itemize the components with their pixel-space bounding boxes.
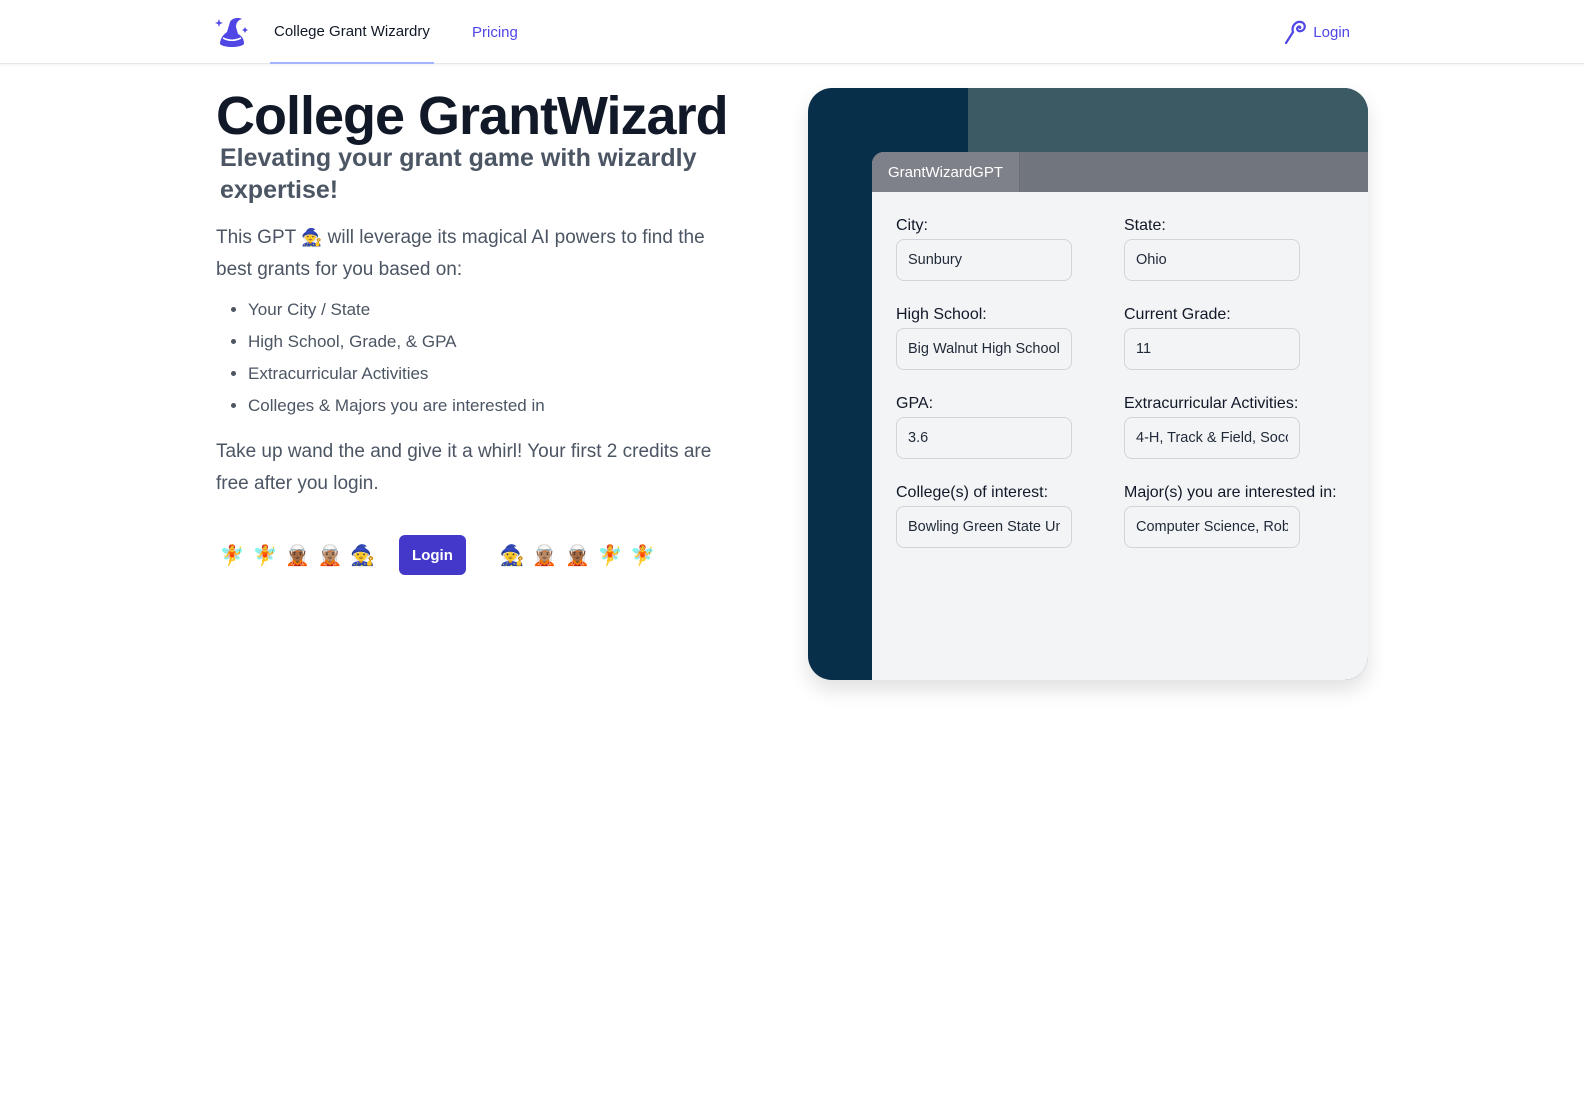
feature-item: Colleges & Majors you are interested in <box>248 390 736 422</box>
top-nav: College Grant Wizardry Pricing Login <box>0 0 1584 64</box>
feature-item: High School, Grade, & GPA <box>248 326 736 358</box>
feature-item: Extracurricular Activities <box>248 358 736 390</box>
hero-section: College GrantWizard Elevating your grant… <box>216 86 736 500</box>
fairy-emoji: 🧚 <box>219 544 245 567</box>
gpa-input[interactable] <box>896 417 1072 459</box>
preview-tabbar: GrantWizardGPT <box>872 152 1368 192</box>
extracurricular-input[interactable] <box>1124 417 1300 459</box>
mage-emoji: 🧙 <box>301 228 323 247</box>
mage-emoji: 🧙 <box>499 544 525 567</box>
gpa-field-group: GPA: <box>896 392 1072 459</box>
majors-field-group: Major(s) you are interested in: <box>1124 481 1337 548</box>
gpa-label: GPA: <box>896 395 934 412</box>
fairy-emoji: 🧚 <box>597 544 623 567</box>
nav-login-link[interactable]: Login <box>1283 0 1350 64</box>
high-school-label: High School: <box>896 306 987 323</box>
wizard-hat-icon[interactable] <box>214 14 248 50</box>
state-field-group: State: <box>1124 214 1300 281</box>
feature-list: Your City / State High School, Grade, & … <box>216 294 736 422</box>
colleges-label: College(s) of interest: <box>896 484 1049 501</box>
elf-emoji: 🧝🏾 <box>565 544 590 567</box>
elf-emoji: 🧝🏾 <box>285 544 310 567</box>
extracurricular-label: Extracurricular Activities: <box>1124 395 1299 412</box>
fairy-emoji: 🧚 <box>252 544 278 567</box>
grade-label: Current Grade: <box>1124 306 1231 323</box>
fairy-emoji: 🧚 <box>630 544 656 567</box>
high-school-input[interactable] <box>896 328 1072 370</box>
city-label: City: <box>896 217 928 234</box>
student-info-form: City: State: High School: Current Grade:… <box>896 214 1337 548</box>
wand-swirl-icon <box>1285 20 1307 44</box>
preview-window: GrantWizardGPT City: State: High School:… <box>872 152 1368 680</box>
nav-home-link[interactable]: College Grant Wizardry <box>270 0 434 64</box>
city-input[interactable] <box>896 239 1072 281</box>
majors-label: Major(s) you are interested in: <box>1124 484 1337 501</box>
colleges-input[interactable] <box>896 506 1072 548</box>
high-school-field-group: High School: <box>896 303 1072 370</box>
state-input[interactable] <box>1124 239 1300 281</box>
feature-item: Your City / State <box>248 294 736 326</box>
mage-emoji: 🧙 <box>350 544 376 567</box>
grade-input[interactable] <box>1124 328 1300 370</box>
nav-login-label: Login <box>1313 23 1350 41</box>
panel-accent-block <box>968 88 1368 152</box>
cta-paragraph: Take up wand the and give it a whirl! Yo… <box>216 441 712 494</box>
tab-grantwizardgpt[interactable]: GrantWizardGPT <box>872 152 1021 192</box>
elf-emoji: 🧝🏽 <box>317 544 343 567</box>
intro-paragraph: This GPT 🧙 will leverage its magical AI … <box>216 222 736 286</box>
majors-input[interactable] <box>1124 506 1300 548</box>
state-label: State: <box>1124 217 1166 234</box>
elf-emoji: 🧝🏽 <box>532 544 558 567</box>
intro-text-start: This GPT <box>216 227 302 248</box>
page-title: College GrantWizard <box>216 86 729 146</box>
city-field-group: City: <box>896 214 1072 281</box>
page-subtitle: Elevating your grant game with wizardly … <box>220 144 697 204</box>
emoji-login-row: 🧚 🧚 🧝🏾 🧝🏽 🧙 Login 🧙 🧝🏽 🧝🏾 🧚 🧚 <box>216 535 659 575</box>
extracurricular-field-group: Extracurricular Activities: <box>1124 392 1300 459</box>
nav-pricing-link[interactable]: Pricing <box>472 0 518 64</box>
login-button[interactable]: Login <box>398 535 466 575</box>
app-preview-panel: GrantWizardGPT City: State: High School:… <box>808 88 1368 680</box>
grade-field-group: Current Grade: <box>1124 303 1300 370</box>
colleges-field-group: College(s) of interest: <box>896 481 1072 548</box>
